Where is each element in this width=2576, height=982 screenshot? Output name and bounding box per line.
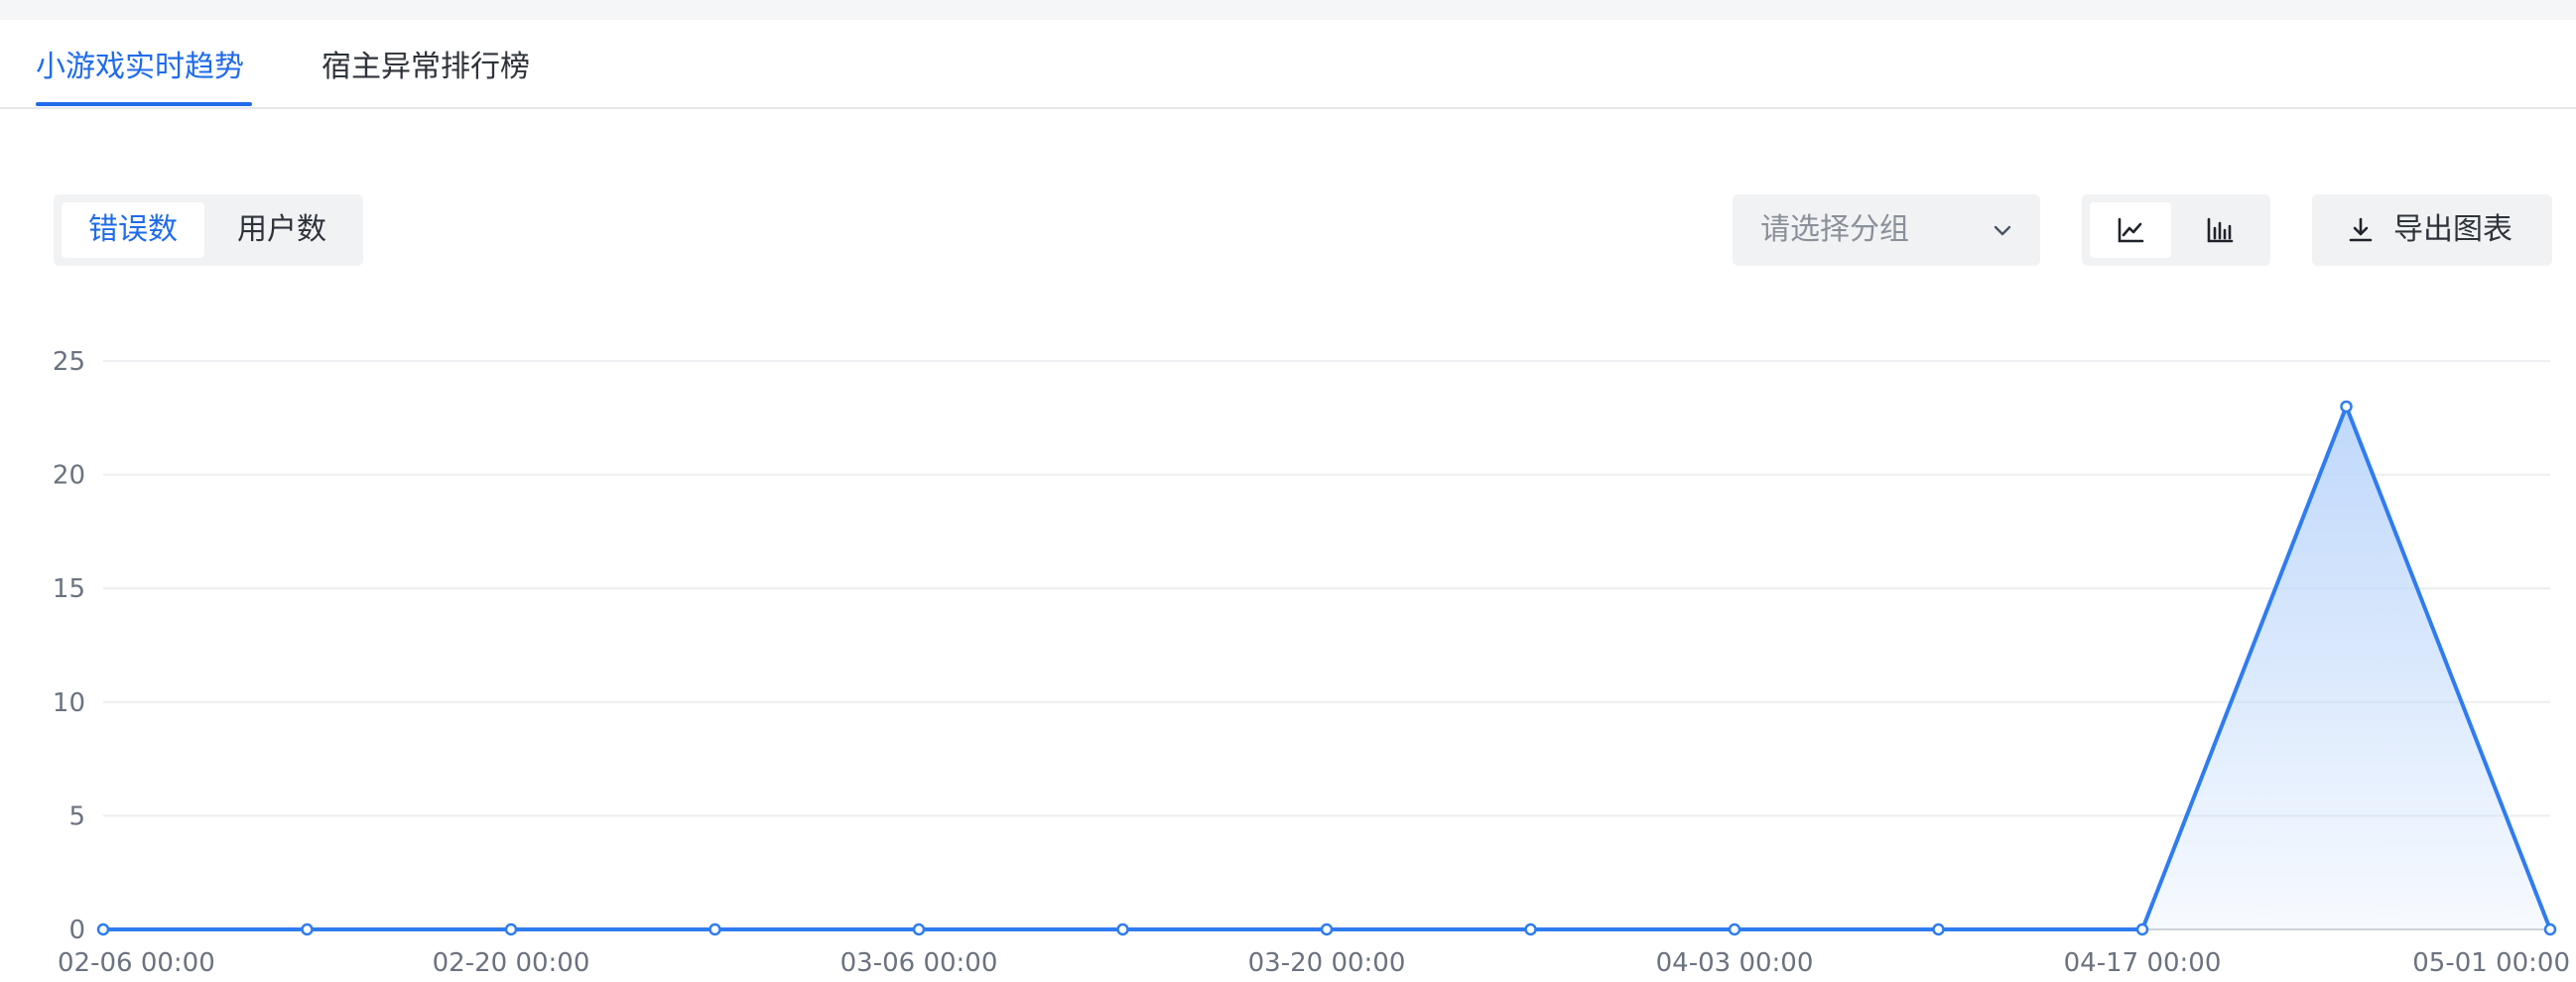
x-tick-label: 03-06 00:00 <box>840 948 998 978</box>
data-point <box>1932 922 1945 936</box>
x-tick-label: 02-20 00:00 <box>433 948 590 978</box>
data-point <box>504 922 518 936</box>
x-tick-label: 04-17 00:00 <box>2064 948 2222 978</box>
data-point <box>2543 922 2557 936</box>
data-point <box>301 922 314 936</box>
x-tick-label: 03-20 00:00 <box>1248 948 1406 978</box>
data-point <box>2340 400 2353 414</box>
y-tick-label: 25 <box>53 347 85 377</box>
x-axis: 02-06 00:00 02-20 00:00 03-06 00:00 03-20 0… <box>58 948 2570 978</box>
series-area-layer <box>96 400 2557 936</box>
data-point <box>708 922 721 936</box>
data-point <box>912 922 926 936</box>
y-tick-label: 20 <box>53 461 85 491</box>
error-trend-chart: 0 5 10 15 20 25 02-06 00:00 02-20 00:00 03-06 0… <box>53 347 2570 978</box>
x-tick-label: 02-06 00:00 <box>58 948 215 978</box>
data-point <box>1116 922 1129 936</box>
x-tick-label: 04-03 00:00 <box>1656 948 1814 978</box>
y-axis: 0 5 10 15 20 25 <box>53 347 85 945</box>
data-point <box>1728 922 1741 936</box>
y-tick-label: 10 <box>53 688 85 718</box>
data-point <box>1524 922 1537 936</box>
data-point <box>2135 922 2149 936</box>
y-tick-label: 5 <box>68 801 85 831</box>
data-point <box>96 922 110 936</box>
x-tick-label: 05-01 00:00 <box>2412 948 2570 978</box>
y-tick-label: 15 <box>53 574 85 604</box>
series-area-fill <box>103 406 2550 930</box>
data-point <box>1320 922 1334 936</box>
y-tick-label: 0 <box>68 916 85 945</box>
